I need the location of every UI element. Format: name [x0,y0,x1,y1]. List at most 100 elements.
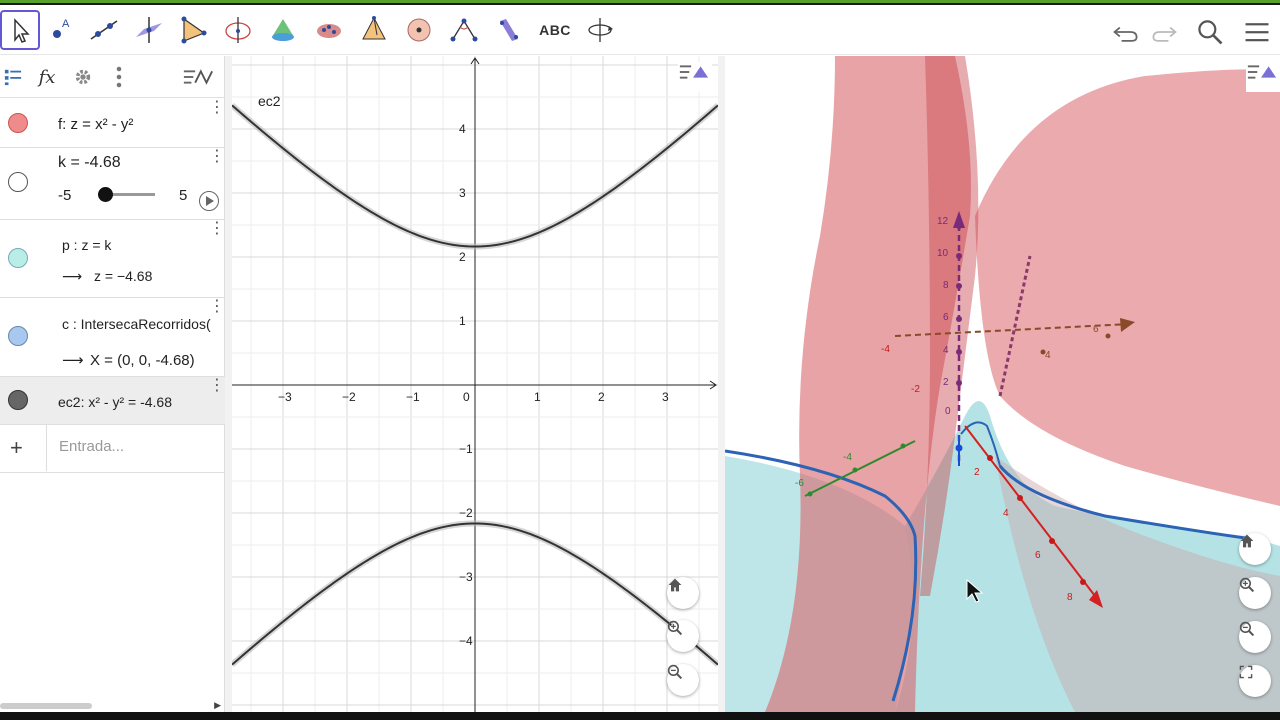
algebra-row-p[interactable]: p : z = k ⟶ z = −4.68 ⋮ [0,220,225,298]
svg-text:4: 4 [1003,508,1009,519]
x-tick-label: 0 [463,390,470,404]
svg-text:A: A [62,18,70,30]
x-tick-label: −3 [278,390,292,404]
graphics-view-3d[interactable]: 12 10 8 6 4 2 0 2 4 6 8 -4 -2 4 6 -4 -6 [725,56,1280,712]
sphere-tool-icon[interactable] [309,10,349,50]
row-p-result: ⟶ z = −4.68 [62,268,153,284]
polygon-tool-icon[interactable] [173,10,213,50]
svg-text:2: 2 [974,467,980,478]
zoom-out-3d-icon[interactable] [1239,621,1271,653]
svg-text:-4: -4 [881,344,890,355]
zoom-out-icon[interactable] [667,664,699,696]
graphics-3d-style-bar-icon[interactable] [1246,62,1280,92]
pyramid-tool-icon[interactable] [354,10,394,50]
algebra-row-ec2[interactable]: ec2: x² - y² = -4.68 ⋮ [0,377,225,425]
y-tick-label: 2 [459,250,466,264]
slider-knob[interactable] [98,187,113,202]
play-icon[interactable] [199,191,219,211]
graphics-view-2d[interactable]: −3 −2 −1 0 1 2 3 4 3 2 1 −1 −2 −3 −4 ec2 [232,56,718,712]
row-c-more-icon[interactable]: ⋮ [209,299,225,315]
visibility-toggle[interactable] [8,390,28,410]
algebra-input-row[interactable]: + Entrada... [0,425,225,473]
saddle-surface-right [975,69,1280,506]
svg-text:6: 6 [1093,324,1099,335]
circle-tool-icon[interactable] [218,10,258,50]
search-icon[interactable] [1193,15,1227,49]
visibility-toggle[interactable] [8,326,28,346]
reflect-tool-icon[interactable] [489,10,529,50]
svg-text:-6: -6 [795,478,804,489]
rotate-view-tool-icon[interactable] [580,10,620,50]
row-c-text[interactable]: c : IntersecaRecorridos( [62,316,224,332]
x-tick-label: 3 [662,390,669,404]
algebra-row-f[interactable]: f: z = x² - y² ⋮ [0,99,225,148]
horizontal-scrollbar[interactable]: ▶ [0,700,225,712]
row-ec2-more-icon[interactable]: ⋮ [209,378,225,394]
rotate-around-point-tool-icon[interactable] [399,10,439,50]
curve-label-ec2: ec2 [258,93,281,109]
visibility-toggle[interactable] [8,172,28,192]
svg-text:8: 8 [1067,592,1073,603]
y-tick-label: 3 [459,186,466,200]
graphics-2d-canvas[interactable]: −3 −2 −1 0 1 2 3 4 3 2 1 −1 −2 −3 −4 [232,56,718,712]
svg-text:10: 10 [937,248,949,259]
text-tool-icon[interactable]: ABC [535,10,575,50]
svg-text:2: 2 [943,377,949,388]
visibility-toggle[interactable] [8,248,28,268]
settings-icon[interactable] [70,64,96,90]
panel-divider[interactable] [225,56,232,712]
more-icon[interactable] [106,64,132,90]
scroll-right-icon[interactable]: ▶ [214,700,221,711]
svg-text:-2: -2 [911,384,920,395]
algebra-view: fx f: z = x² - y² ⋮ k = -4.68 -5 5 ⋮ p :… [0,56,225,712]
toolbar: A ABC [0,5,1280,55]
y-tick-label: −3 [459,570,473,584]
row-p-more-icon[interactable]: ⋮ [209,221,225,237]
slider-min: -5 [58,187,72,204]
add-icon[interactable]: + [10,435,23,461]
graphics-3d-canvas[interactable]: 12 10 8 6 4 2 0 2 4 6 8 -4 -2 4 6 -4 -6 [725,56,1280,712]
algebra-header: fx [0,56,225,98]
point-tool-icon[interactable]: A [40,10,80,50]
row-ec2-text[interactable]: ec2: x² - y² = -4.68 [58,394,172,410]
line-tool-icon[interactable] [84,10,124,50]
row-f-more-icon[interactable]: ⋮ [209,100,225,116]
y-tick-label: −2 [459,506,473,520]
menu-icon[interactable] [1240,15,1274,49]
x-tick-label: −1 [406,390,420,404]
zoom-in-3d-icon[interactable] [1239,577,1271,609]
input-bar[interactable]: Entrada... [46,425,224,471]
visibility-toggle[interactable] [8,113,28,133]
graph-toggle-icon[interactable] [180,64,216,90]
graphics-style-bar-icon[interactable] [678,62,712,92]
angle-tool-icon[interactable] [444,10,484,50]
row-k-more-icon[interactable]: ⋮ [209,149,225,165]
home-3d-icon[interactable] [1239,533,1271,565]
svg-text:8: 8 [943,280,949,291]
svg-text:4: 4 [1045,350,1051,361]
row-f-text[interactable]: f: z = x² - y² [58,116,133,133]
text-tool-label: ABC [539,22,571,38]
fx-icon[interactable]: fx [34,64,60,90]
svg-text:6: 6 [1035,550,1041,561]
algebra-view-icon[interactable] [0,64,26,90]
perpendicular-plane-tool-icon[interactable] [129,10,169,50]
panel-divider[interactable] [718,56,725,712]
row-k-text[interactable]: k = -4.68 [58,154,121,172]
fullscreen-icon[interactable] [1239,665,1271,697]
scroll-thumb[interactable] [0,703,92,709]
svg-text:-4: -4 [843,452,852,463]
x-tick-label: −2 [342,390,356,404]
row-p-text[interactable]: p : z = k [62,237,111,253]
row-c-result: ⟶ X = (0, 0, -4.68) [62,352,195,369]
intersect-surfaces-tool-icon[interactable] [263,10,303,50]
algebra-row-c[interactable]: c : IntersecaRecorridos( ⟶ X = (0, 0, -4.… [0,298,225,377]
svg-text:6: 6 [943,312,949,323]
redo-icon[interactable] [1147,15,1181,49]
home-icon[interactable] [667,577,699,609]
x-tick-label: 1 [534,390,541,404]
undo-icon[interactable] [1109,15,1143,49]
zoom-in-icon[interactable] [667,620,699,652]
algebra-row-k[interactable]: k = -4.68 -5 5 ⋮ [0,148,225,220]
move-tool-icon[interactable] [0,10,40,50]
